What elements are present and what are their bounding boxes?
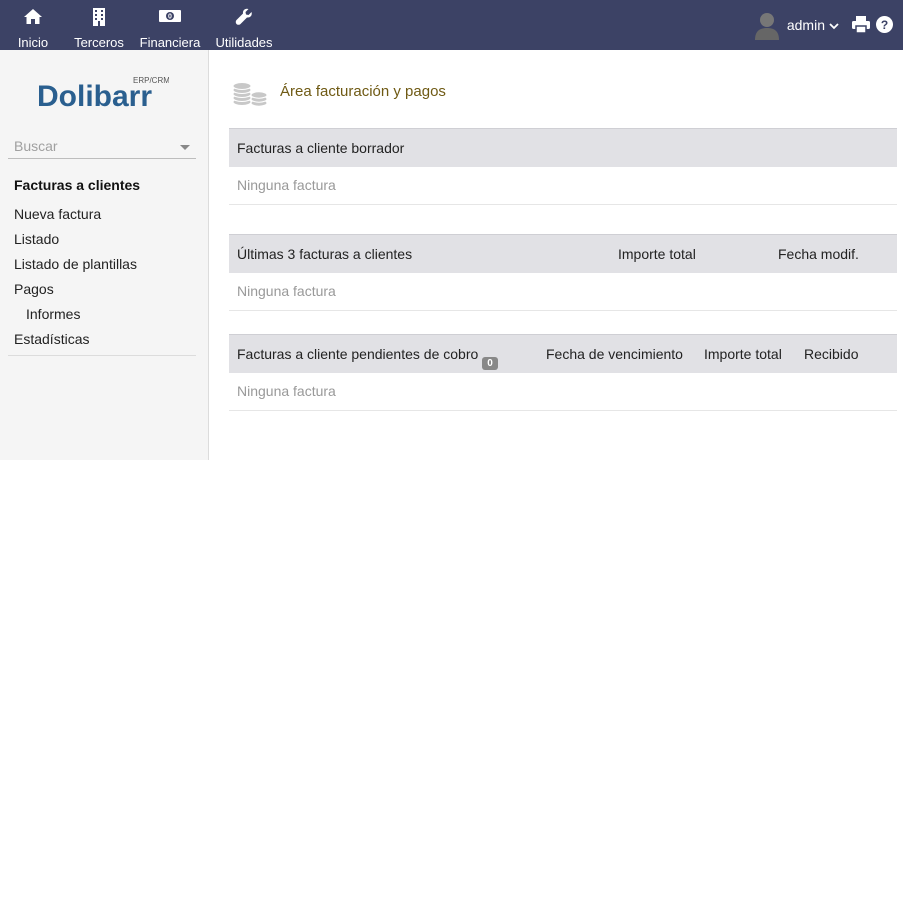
sidebar-divider — [8, 355, 196, 356]
menu-thirdparties-label: Terceros — [74, 35, 124, 50]
menu-home[interactable]: Inicio — [12, 0, 54, 50]
menu-tools-label: Utilidades — [215, 35, 273, 50]
search-select[interactable]: Buscar — [8, 136, 196, 159]
table-header: Facturas a cliente pendientes de cobro 0 … — [229, 334, 897, 373]
menu-tools[interactable]: Utilidades — [212, 0, 276, 50]
home-icon — [12, 8, 54, 32]
coins-icon — [232, 78, 268, 108]
count-badge: 0 — [482, 357, 498, 370]
help-icon[interactable]: ? — [876, 16, 893, 36]
sidebar-item-reports[interactable]: Informes — [26, 306, 80, 322]
latest-invoices-title[interactable]: Últimas 3 facturas a clientes — [237, 246, 412, 262]
table-row: Ninguna factura — [229, 167, 897, 205]
search-placeholder: Buscar — [14, 138, 58, 154]
user-name: admin — [786, 17, 825, 33]
menu-home-label: Inicio — [17, 35, 49, 50]
table-row: Ninguna factura — [229, 273, 897, 311]
wrench-icon — [212, 8, 276, 32]
building-icon — [70, 8, 128, 32]
page-title: Área facturación y pagos — [280, 83, 446, 100]
col-amount-header: Importe total — [618, 246, 696, 262]
empty-message: Ninguna factura — [237, 177, 336, 193]
sidebar-item-templates[interactable]: Listado de plantillas — [14, 256, 137, 272]
left-sidebar: Dolibarr ERP/CRM Buscar Facturas a clien… — [0, 50, 209, 460]
menu-financial-label: Financiera — [139, 35, 201, 50]
table-header: Facturas a cliente borrador — [229, 128, 897, 167]
dolibarr-logo[interactable]: Dolibarr ERP/CRM — [37, 75, 170, 113]
menu-financial[interactable]: 0 Financiera — [136, 0, 204, 50]
user-menu[interactable]: admin — [753, 9, 839, 41]
col-date-modified-header: Fecha modif. — [778, 246, 859, 262]
menu-thirdparties[interactable]: Terceros — [70, 0, 128, 50]
caret-down-icon — [180, 145, 190, 150]
empty-message: Ninguna factura — [237, 383, 336, 399]
col-amount-header: Importe total — [704, 346, 782, 362]
sidebar-item-list[interactable]: Listado — [14, 231, 59, 247]
sidebar-item-statistics[interactable]: Estadísticas — [14, 331, 89, 347]
sidebar-item-payments[interactable]: Pagos — [14, 281, 54, 297]
sidebar-item-new-invoice[interactable]: Nueva factura — [14, 206, 101, 222]
user-avatar-icon — [753, 10, 781, 40]
latest-invoices-table: Últimas 3 facturas a clientes Importe to… — [229, 234, 897, 311]
money-bill-icon: 0 — [136, 8, 204, 32]
top-menu-bar: Inicio Terceros 0 Financiera Utilidades … — [0, 0, 903, 50]
col-received-header: Recibido — [804, 346, 859, 362]
unpaid-invoices-title[interactable]: Facturas a cliente pendientes de cobro — [237, 346, 478, 362]
empty-message: Ninguna factura — [237, 283, 336, 299]
unpaid-invoices-table: Facturas a cliente pendientes de cobro 0 … — [229, 334, 897, 411]
table-header: Últimas 3 facturas a clientes Importe to… — [229, 234, 897, 273]
draft-invoices-table: Facturas a cliente borrador Ninguna fact… — [229, 128, 897, 205]
svg-text:?: ? — [881, 18, 888, 32]
table-row: Ninguna factura — [229, 373, 897, 411]
unpaid-invoices-title-wrap: Facturas a cliente pendientes de cobro 0 — [237, 346, 498, 370]
print-icon[interactable] — [852, 16, 870, 36]
chevron-down-icon — [829, 17, 839, 33]
draft-invoices-title: Facturas a cliente borrador — [237, 140, 405, 156]
svg-text:0: 0 — [168, 14, 172, 21]
logo-subtext: ERP/CRM — [133, 76, 169, 85]
sidebar-section-title[interactable]: Facturas a clientes — [14, 177, 140, 193]
col-due-date-header: Fecha de vencimiento — [546, 346, 683, 362]
